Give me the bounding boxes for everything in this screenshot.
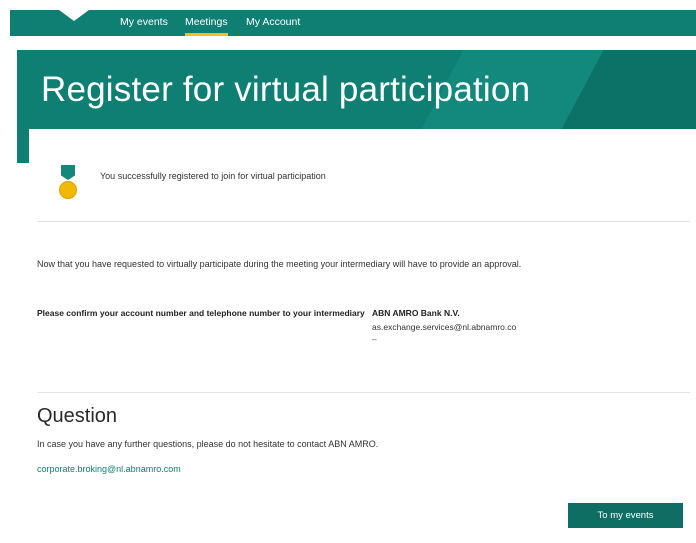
medal-icon <box>59 165 77 201</box>
nav-my-events[interactable]: My events <box>120 16 168 28</box>
page-title: Register for virtual participation <box>41 70 531 109</box>
medal-ribbon <box>61 165 75 180</box>
medal-coin <box>59 181 77 199</box>
content-card: You successfully registered to join for … <box>29 129 696 543</box>
nav-my-account[interactable]: My Account <box>246 16 300 28</box>
question-text: In case you have any further questions, … <box>37 439 379 449</box>
intro-text: Now that you have requested to virtually… <box>37 259 522 269</box>
success-message: You successfully registered to join for … <box>29 129 690 221</box>
bank-name: ABN AMRO Bank N.V. <box>372 308 460 318</box>
success-text: You successfully registered to join for … <box>100 171 326 181</box>
divider <box>37 221 690 222</box>
page-banner: Register for virtual participation <box>17 50 696 129</box>
divider <box>37 392 690 393</box>
bank-contact: ABN AMRO Bank N.V. as.exchange.services@… <box>372 306 612 344</box>
confirm-label: Please confirm your account number and t… <box>37 308 365 318</box>
nav-notch <box>59 10 89 21</box>
bank-phone: – <box>372 334 377 344</box>
contact-email-link[interactable]: corporate.broking@nl.abnamro.com <box>37 464 181 474</box>
nav-meetings[interactable]: Meetings <box>185 16 228 36</box>
bank-email: as.exchange.services@nl.abnamro.co <box>372 322 517 332</box>
top-navigation: My events Meetings My Account <box>10 10 696 36</box>
to-my-events-button[interactable]: To my events <box>568 503 683 528</box>
banner-tab <box>17 129 29 163</box>
question-heading: Question <box>37 405 118 427</box>
